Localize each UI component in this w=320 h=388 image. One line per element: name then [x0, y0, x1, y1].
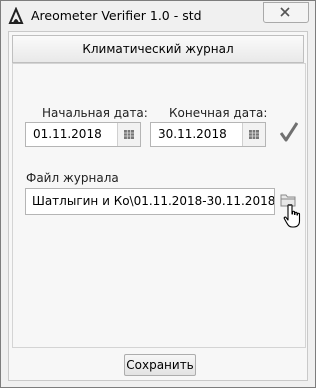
- close-button[interactable]: [263, 2, 309, 23]
- end-date-label: Конечная дата:: [169, 106, 268, 120]
- content-area: Климатический журнал Начальная дата: Кон…: [8, 31, 308, 381]
- journal-panel: Начальная дата: Конечная дата: 01.11.201…: [12, 63, 306, 348]
- confirm-dates-button[interactable]: [279, 122, 299, 146]
- areometer-icon: [7, 6, 25, 25]
- calendar-icon: [124, 130, 134, 139]
- log-file-path[interactable]: Шатлыгин и Ко\01.11.2018-30.11.2018.pdf: [32, 194, 274, 208]
- end-date-picker[interactable]: 30.11.2018: [150, 122, 266, 147]
- log-file-path-field[interactable]: Шатлыгин и Ко\01.11.2018-30.11.2018.pdf: [25, 188, 275, 215]
- start-date-picker[interactable]: 01.11.2018: [25, 122, 141, 147]
- start-date-label: Начальная дата:: [42, 106, 148, 120]
- save-button[interactable]: Сохранить: [124, 354, 196, 376]
- log-file-label: Файл журнала: [26, 171, 119, 185]
- section-header: Климатический журнал: [12, 35, 304, 63]
- end-date-calendar-button[interactable]: [242, 123, 265, 146]
- calendar-icon: [249, 130, 259, 139]
- start-date-value[interactable]: 01.11.2018: [33, 127, 102, 141]
- end-date-value[interactable]: 30.11.2018: [158, 127, 227, 141]
- start-date-calendar-button[interactable]: [117, 123, 140, 146]
- close-icon: [280, 7, 290, 17]
- checkmark-icon: [279, 122, 299, 142]
- app-window: Areometer Verifier 1.0 - std Климатическ…: [0, 0, 316, 388]
- window-title: Areometer Verifier 1.0 - std: [31, 8, 202, 23]
- hand-pointer-icon: [283, 204, 303, 232]
- title-bar[interactable]: Areometer Verifier 1.0 - std: [1, 1, 315, 31]
- section-title: Климатический журнал: [82, 42, 234, 56]
